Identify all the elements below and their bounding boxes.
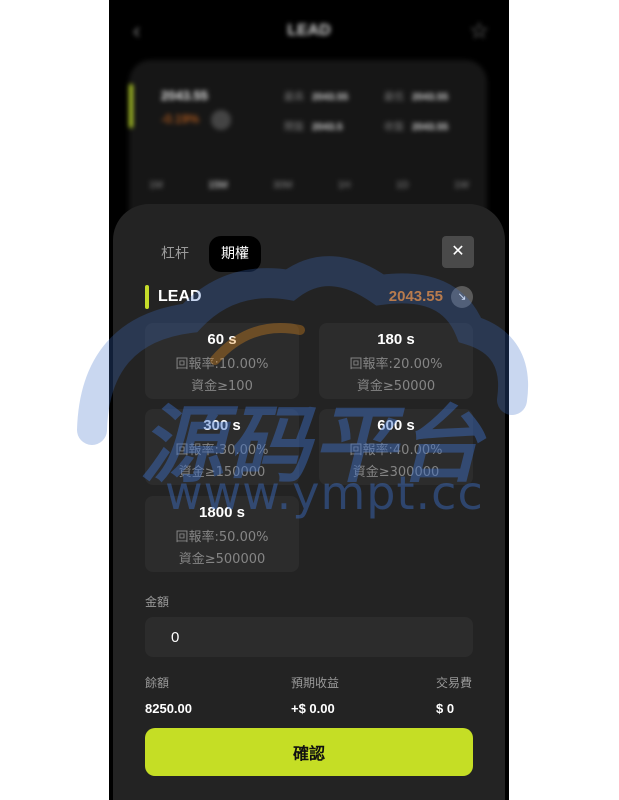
confirm-button[interactable]: 確認 <box>145 728 473 776</box>
asset-price: 2043.55 <box>388 288 443 305</box>
interval-tab[interactable]: 1M <box>149 180 163 191</box>
period-return-rate: 回報率:40.00% <box>349 443 443 458</box>
period-time: 180 s <box>377 331 415 348</box>
stat-item: 收盤 2043.55 <box>384 122 449 133</box>
period-time: 600 s <box>377 417 415 434</box>
tab-leverage[interactable]: 杠杆 <box>149 236 201 272</box>
interval-tab[interactable]: 30M <box>273 180 292 191</box>
expected-profit-summary: 預期收益 +$ 0.00 <box>291 674 339 716</box>
mode-tabs: 杠杆 期權 <box>151 236 261 272</box>
star-icon[interactable]: ☆ <box>469 18 489 44</box>
nav-bar: ‹ LEAD ☆ <box>109 0 509 60</box>
stat-item: 開盤 2043.5 <box>284 122 343 133</box>
period-min-funds: 資金≥300000 <box>352 465 440 480</box>
balance-label: 餘額 <box>145 676 170 690</box>
period-option[interactable]: 300 s 回報率:30.00% 資金≥150000 <box>145 409 299 485</box>
fee-label: 交易費 <box>436 676 473 690</box>
period-option[interactable]: 180 s 回報率:20.00% 資金≥50000 <box>319 323 473 399</box>
interval-tab[interactable]: 1D <box>396 180 409 191</box>
interval-tab[interactable]: 1W <box>454 180 469 191</box>
accent-bar <box>129 84 133 128</box>
market-change: -0.19% <box>161 112 200 126</box>
phone-screen: ‹ LEAD ☆ 2043.55 -0.19% 最高 2043.55 最低 2043… <box>109 0 509 800</box>
period-return-rate: 回報率:10.00% <box>175 357 269 372</box>
period-time: 1800 s <box>199 504 245 521</box>
fee-value: $ 0 <box>436 701 455 716</box>
period-option[interactable]: 60 s 回報率:10.00% 資金≥100 <box>145 323 299 399</box>
trade-summary: 餘額 8250.00 預期收益 +$ 0.00 交易費 $ 0 <box>145 674 473 722</box>
stat-item: 最高 2043.55 <box>284 92 349 103</box>
period-min-funds: 資金≥50000 <box>356 379 436 394</box>
interval-tab[interactable]: 1H <box>338 180 351 191</box>
period-option[interactable]: 600 s 回報率:40.00% 資金≥300000 <box>319 409 473 485</box>
interval-tabs: 1M 15M 30M 1H 1D 1W <box>149 180 469 191</box>
fee-summary: 交易費 $ 0 <box>436 674 472 716</box>
period-time: 300 s <box>203 417 241 434</box>
asset-row: LEAD 2043.55 ↘ <box>145 284 473 310</box>
close-button[interactable]: ✕ <box>442 236 474 268</box>
period-return-rate: 回報率:20.00% <box>349 357 443 372</box>
period-return-rate: 回報率:50.00% <box>175 530 269 545</box>
period-option[interactable]: 1800 s 回報率:50.00% 資金≥500000 <box>145 496 299 572</box>
balance-value: 8250.00 <box>145 701 192 716</box>
expected-profit-label: 預期收益 <box>291 676 340 690</box>
period-return-rate: 回報率:30.00% <box>175 443 269 458</box>
tab-options[interactable]: 期權 <box>209 236 261 272</box>
trade-sheet: 杠杆 期權 ✕ LEAD 2043.55 ↘ 60 s 回報率:10.00% 資… <box>113 204 505 800</box>
period-min-funds: 資金≥100 <box>191 379 253 394</box>
period-min-funds: 資金≥500000 <box>178 552 266 567</box>
period-time: 60 s <box>207 331 237 348</box>
amount-label: 金額 <box>145 595 170 609</box>
nav-title: LEAD <box>287 22 331 39</box>
balance-summary: 餘額 8250.00 <box>145 674 192 716</box>
asset-accent-bar <box>145 285 149 309</box>
stat-item: 最低 2043.55 <box>384 92 449 103</box>
amount-input[interactable] <box>145 617 473 657</box>
period-min-funds: 資金≥150000 <box>178 465 266 480</box>
interval-tab[interactable]: 15M <box>208 180 227 191</box>
close-icon: ✕ <box>451 243 465 260</box>
expected-profit-value: +$ 0.00 <box>291 701 335 716</box>
trend-icon <box>211 110 231 130</box>
market-price: 2043.55 <box>161 88 208 103</box>
asset-name: LEAD <box>158 288 202 305</box>
arrow-down-right-icon: ↘ <box>451 286 473 308</box>
